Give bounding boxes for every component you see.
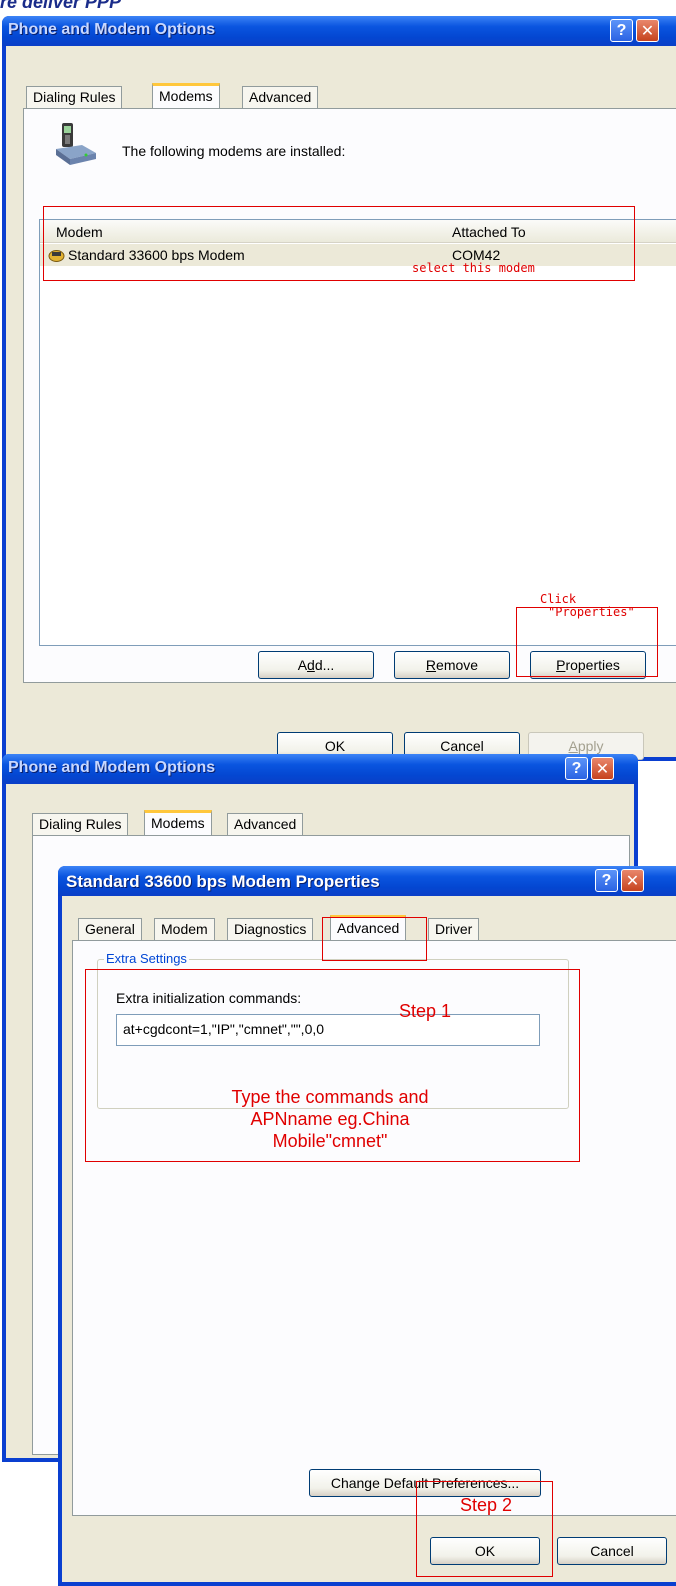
close-icon[interactable]: ✕	[591, 757, 614, 780]
extra-settings-label: Extra Settings	[104, 951, 189, 966]
modems-description: The following modems are installed:	[122, 143, 346, 159]
phone-modem-icon	[56, 123, 96, 165]
tab-driver[interactable]: Driver	[428, 918, 480, 940]
close-icon[interactable]: ✕	[621, 869, 644, 892]
tab-advanced[interactable]: Advanced	[227, 813, 304, 835]
instruction-note: Type the commands and APNname eg.China M…	[231, 1087, 429, 1151]
select-modem-note: select this modem	[412, 261, 535, 275]
step2-note: Step 2	[459, 1495, 513, 1515]
properties-title-bar[interactable]: Standard 33600 bps Modem Properties ? ✕	[58, 866, 676, 896]
close-icon[interactable]: ✕	[636, 19, 659, 42]
tab-dialing-rules[interactable]: Dialing Rules	[26, 86, 123, 108]
help-icon[interactable]: ?	[595, 869, 618, 892]
tab-advanced[interactable]: Advanced	[242, 86, 319, 108]
properties-window-title: Standard 33600 bps Modem Properties	[66, 872, 380, 891]
step1-note: Step 1	[398, 1001, 452, 1021]
help-icon[interactable]: ?	[610, 19, 633, 42]
window-title: Phone and Modem Options	[8, 21, 216, 38]
select-modem-highlight	[43, 206, 635, 281]
tab-modem[interactable]: Modem	[154, 918, 215, 940]
help-icon[interactable]: ?	[565, 757, 588, 780]
page-heading-fragment: re deliver PPP	[0, 0, 122, 12]
advanced-tab-highlight	[322, 917, 427, 961]
tab-dialing-rules[interactable]: Dialing Rules	[32, 813, 129, 835]
remove-button[interactable]: Remove	[394, 651, 510, 679]
modems-tab-panel: The following modems are installed: Mode…	[23, 108, 676, 683]
properties-cancel-button[interactable]: Cancel	[557, 1537, 667, 1565]
click-note-line2: "Properties"	[548, 605, 635, 619]
tab-diagnostics[interactable]: Diagnostics	[227, 918, 314, 940]
title-bar[interactable]: Phone and Modem Options ? ✕	[2, 16, 676, 46]
tab-modems[interactable]: Modems	[152, 83, 220, 108]
window-title-background: Phone and Modem Options	[8, 759, 216, 776]
title-bar-background[interactable]: Phone and Modem Options ? ✕	[2, 754, 638, 784]
tab-modems[interactable]: Modems	[144, 810, 212, 835]
tab-general[interactable]: General	[78, 918, 142, 940]
add-button[interactable]: Ad d...	[258, 651, 374, 679]
modem-list[interactable]: Modem Attached To Standard 33600 bps Mod…	[39, 219, 676, 646]
